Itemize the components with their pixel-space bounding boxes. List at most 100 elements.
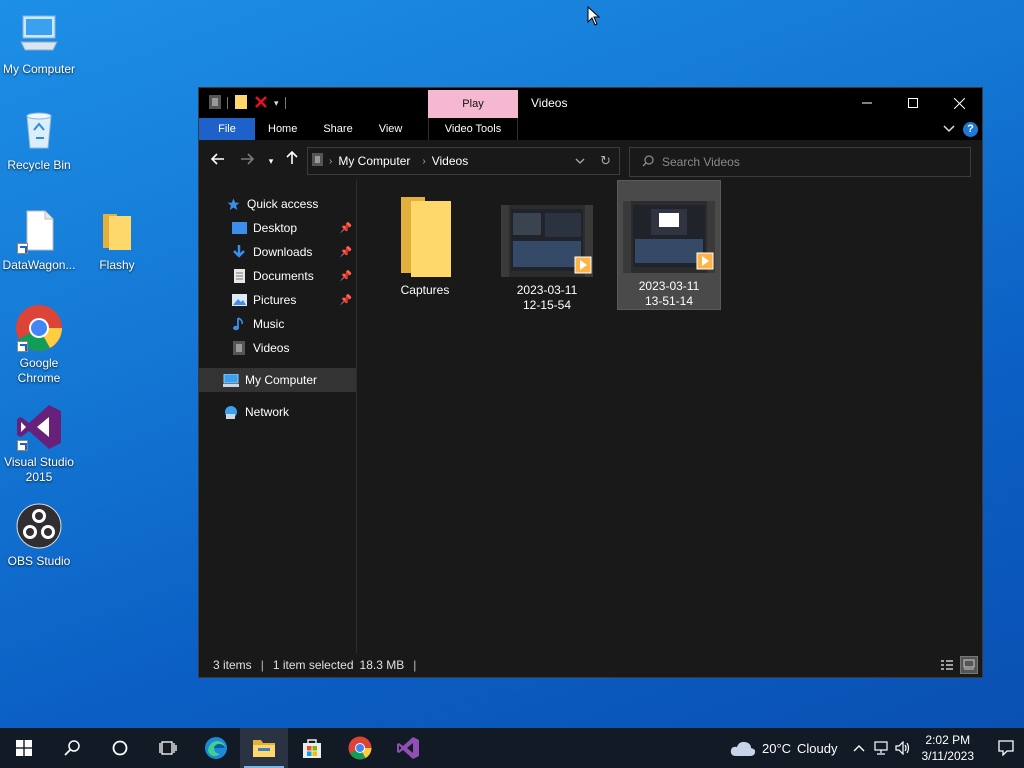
nav-item-label: Downloads [253,245,313,259]
chrome-icon [15,304,63,352]
new-folder-icon[interactable] [234,94,248,112]
desktop-icon [231,220,247,236]
context-tab-play[interactable]: Play [428,90,518,118]
status-size: 18.3 MB [359,658,405,672]
recent-locations-chevron-down-icon[interactable]: ▾ [261,151,281,171]
desktop-icon-obs[interactable]: OBS Studio [0,502,78,569]
separator: | [260,658,264,672]
start-button[interactable] [0,728,48,768]
task-view-button[interactable] [144,728,192,768]
show-hidden-icons-chevron-up-icon[interactable] [848,728,870,768]
file-item-video-1[interactable]: 2023-03-11 12-15-54 [495,186,599,316]
network-icon [223,404,239,420]
pin-icon[interactable]: 📌 [340,247,352,258]
breadcrumb-my-computer[interactable]: My Computer [338,154,410,168]
file-name-line2: 12-15-54 [522,298,572,312]
nav-item-videos[interactable]: Videos [199,336,356,360]
clock-time: 2:02 PM [925,733,971,747]
clock[interactable]: 2:02 PM 3/11/2023 [922,732,975,764]
file-list[interactable]: Captures 2023-03-11 12-15-54 2023-03-11 … [357,180,982,654]
desktop-icon-datawagon[interactable]: DataWagon... [0,206,78,273]
taskbar-visual-studio[interactable] [384,728,432,768]
action-center-icon [998,740,1014,756]
breadcrumb-chevron-icon: › [422,155,426,167]
title-bar[interactable]: ▾ Play Videos [199,88,982,118]
desktop-icon-chrome[interactable]: Google Chrome [0,304,78,386]
taskbar-chrome[interactable] [336,728,384,768]
pin-icon[interactable]: 📌 [340,223,352,234]
computer-icon [15,10,63,58]
desktop-icon-recycle-bin[interactable]: Recycle Bin [0,106,78,173]
nav-item-quick-access[interactable]: Quick access [199,192,356,216]
video-library-icon[interactable] [209,94,221,112]
back-button[interactable] [208,151,228,171]
breadcrumb-chevron-icon: › [329,155,333,167]
maximize-button[interactable] [890,88,936,118]
desktop-icon-my-computer[interactable]: My Computer [0,10,78,77]
system-tray: 20°C Cloudy 2:02 PM 3/11/2023 [730,728,1024,768]
weather-widget[interactable]: 20°C Cloudy [730,739,838,757]
search-input[interactable] [662,155,942,169]
nav-item-documents[interactable]: Documents 📌 [199,264,356,288]
help-icon[interactable]: ? [963,121,978,137]
customize-qat-icon[interactable]: ▾ [274,98,279,109]
store-icon [303,739,321,758]
expand-ribbon-chevron-down-icon[interactable] [943,122,955,136]
folder-icon [93,206,141,254]
close-button[interactable] [936,88,982,118]
delete-icon[interactable] [254,95,268,112]
nav-item-pictures[interactable]: Pictures 📌 [199,288,356,312]
pin-icon[interactable]: 📌 [340,271,352,282]
shortcut-arrow-icon [17,341,28,352]
taskbar-file-explorer[interactable] [240,728,288,768]
tab-video-tools[interactable]: Video Tools [428,118,518,140]
file-item-video-2[interactable]: 2023-03-11 13-51-14 [617,180,721,310]
volume-icon[interactable] [892,728,914,768]
file-item-captures[interactable]: Captures [373,186,477,316]
address-row: ▾ › My Computer › Videos ↻ [199,140,982,180]
desktop-icon-visual-studio[interactable]: Visual Studio 2015 [0,403,78,485]
chrome-icon [348,736,372,760]
cortana-circle-icon [112,740,128,756]
nav-item-my-computer[interactable]: My Computer [199,368,356,392]
address-history-chevron-down-icon[interactable] [575,154,585,168]
edge-icon [205,737,227,759]
details-view-button[interactable] [938,656,956,674]
tab-view[interactable]: View [366,118,416,140]
notifications-button[interactable] [988,728,1024,768]
tab-home[interactable]: Home [255,118,310,140]
tab-file[interactable]: File [199,118,255,140]
nav-item-downloads[interactable]: Downloads 📌 [199,240,356,264]
file-name: 2023-03-11 13-51-14 [619,279,719,309]
pin-icon[interactable]: 📌 [340,295,352,306]
cortana-button[interactable] [96,728,144,768]
recycle-bin-icon [15,106,63,154]
music-icon [231,316,247,332]
taskbar-store[interactable] [288,728,336,768]
search-icon [64,740,80,756]
nav-item-label: Desktop [253,221,298,235]
large-icons-view-button[interactable] [960,656,978,674]
nav-item-desktop[interactable]: Desktop 📌 [199,216,356,240]
nav-item-label: Documents [253,269,314,283]
separator [284,97,286,109]
network-icon[interactable] [870,728,892,768]
minimize-button[interactable] [844,88,890,118]
tab-share[interactable]: Share [310,118,365,140]
nav-item-network[interactable]: Network [199,400,356,424]
desktop-icon-label: OBS Studio [7,554,71,568]
refresh-icon[interactable]: ↻ [600,153,611,169]
breadcrumb-videos[interactable]: Videos [432,154,468,168]
desktop-icon-label: Flashy [99,258,135,272]
file-name: 2023-03-11 12-15-54 [497,283,597,313]
visual-studio-icon [15,403,63,451]
address-bar[interactable]: › My Computer › Videos ↻ [307,147,620,175]
nav-item-music[interactable]: Music [199,312,356,336]
search-button[interactable] [48,728,96,768]
up-button[interactable] [282,150,302,171]
forward-button[interactable] [237,151,257,171]
search-box[interactable] [629,147,971,177]
taskbar-edge[interactable] [192,728,240,768]
desktop-icon-flashy[interactable]: Flashy [78,206,156,273]
navigation-pane: Quick access Desktop 📌 Downloads 📌 Docum… [199,180,357,654]
